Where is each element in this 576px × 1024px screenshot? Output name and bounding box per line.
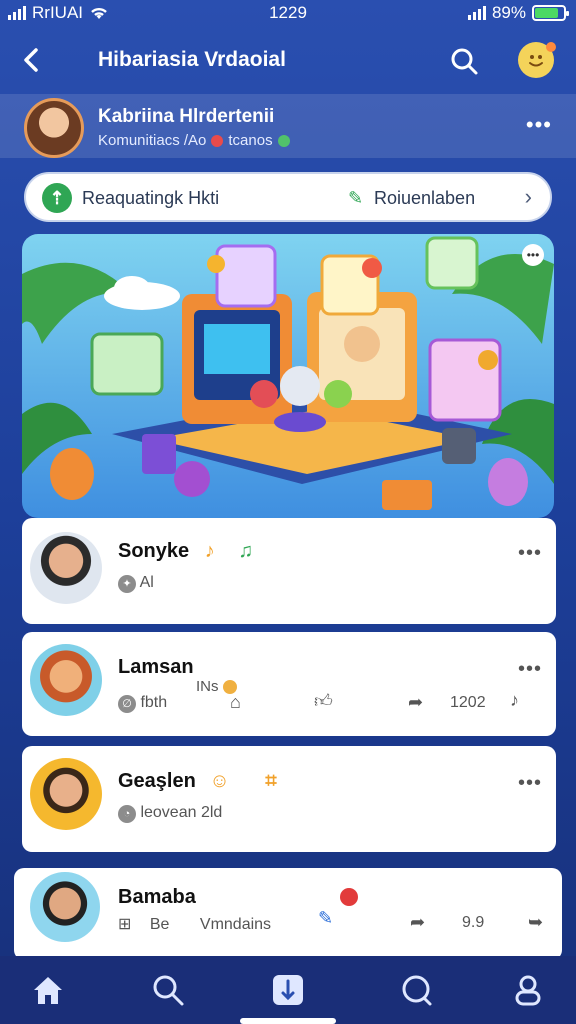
like-icon[interactable]: 👍︎ xyxy=(314,690,333,712)
upload-icon: ⇡ xyxy=(42,183,72,213)
profile-icon[interactable] xyxy=(510,972,546,1008)
post-author: Bamaba xyxy=(118,886,196,908)
post-meta-text: Al xyxy=(139,574,154,591)
action-left-label[interactable]: Reaquatingk Hkti xyxy=(82,188,219,209)
chevron-right-icon[interactable]: › xyxy=(525,184,532,210)
post-meta: ∅ fbth xyxy=(118,694,167,713)
post-count: 1202 xyxy=(450,694,486,711)
post-count: 9.9 xyxy=(462,914,485,931)
music-note-icon-2: ♫ xyxy=(238,540,254,562)
post-card[interactable]: Geaşlen ☺ ⌗ ◔ leovean 2ld ••• xyxy=(22,746,556,852)
hero-art xyxy=(22,234,554,518)
avatar[interactable] xyxy=(30,644,102,716)
grid-icon: ⊞ xyxy=(118,916,132,933)
green-status-icon xyxy=(277,134,290,147)
bottom-nav xyxy=(0,956,576,1024)
more-icon[interactable]: ••• xyxy=(518,772,542,795)
battery-icon xyxy=(532,5,569,21)
forward-icon[interactable]: ➥ xyxy=(528,912,543,933)
cellular-icon xyxy=(467,6,486,20)
back-chevron-icon[interactable] xyxy=(16,44,48,76)
app-header: Hibariasia Vrdaoial xyxy=(0,36,576,86)
hero-illustration[interactable]: ••• xyxy=(22,234,554,518)
share-icon[interactable]: ➦ xyxy=(408,692,423,713)
post-meta-text: leovean 2ld xyxy=(140,804,223,821)
music-icon[interactable]: ♪ xyxy=(510,690,519,711)
red-status-icon xyxy=(211,134,224,147)
page-title: Hibariasia Vrdaoial xyxy=(98,48,286,71)
profile-name: Kabriina Hlrdertenii xyxy=(98,106,275,127)
post-card[interactable]: Bamaba ⊞ Be Vmndains ✎ ➦ 9.9 ➥ xyxy=(14,868,562,960)
post-card[interactable]: Sonyke ♪ ♫ ✦ Al ••• xyxy=(22,518,556,624)
home-indicator xyxy=(240,1018,336,1024)
post-tag-text: INs xyxy=(196,678,219,695)
post-card[interactable]: Lamsan INs ∅ fbth ⌂ 👍︎ ➦ 1202 ♪ ••• xyxy=(22,632,556,736)
post-author-name: Geaşlen xyxy=(118,770,196,792)
action-right-label[interactable]: Roiuenlaben xyxy=(374,188,475,209)
avatar[interactable] xyxy=(24,98,84,158)
link-icon: ∅ xyxy=(118,695,136,713)
create-icon[interactable] xyxy=(270,972,306,1008)
avatar[interactable] xyxy=(30,532,102,604)
chat-icon[interactable] xyxy=(398,972,434,1008)
post-meta-text: Be xyxy=(149,916,170,933)
post-author: Geaşlen ☺ ⌗ xyxy=(118,770,277,793)
avatar[interactable] xyxy=(30,872,100,942)
battery-percent: 89% xyxy=(491,3,526,22)
home-small-icon[interactable]: ⌂ xyxy=(230,692,241,713)
music-note-icon: ♪ xyxy=(204,540,215,562)
action-bar[interactable]: ⇡ Reaquatingk Hkti ✎ Roiuenlaben › xyxy=(24,172,552,222)
search-icon[interactable] xyxy=(448,45,480,77)
post-meta: ⊞ Be Vmndains xyxy=(118,914,271,934)
post-author: Sonyke ♪ ♫ xyxy=(118,540,253,563)
post-meta-text: fbth xyxy=(140,694,168,711)
profile-subtitle: Komunitiacs /Ao tcanos xyxy=(98,132,290,149)
badge-icon: ⌗ xyxy=(265,770,277,792)
profile-subtitle-text-2: tcanos xyxy=(228,132,273,149)
hero-more-icon[interactable]: ••• xyxy=(522,244,544,266)
emoji-icon: ☺ xyxy=(209,770,230,792)
pin-icon: ✎ xyxy=(348,188,364,208)
profile-band[interactable]: Kabriina Hlrdertenii Komunitiacs /Ao tca… xyxy=(0,94,576,158)
tag-icon: ✦ xyxy=(118,575,136,593)
post-meta: ◔ leovean 2ld xyxy=(118,804,222,823)
share-icon[interactable]: ➦ xyxy=(410,912,425,933)
status-bar: RrIUAI 1229 89% xyxy=(0,0,576,28)
clock-icon: ◔ xyxy=(118,805,136,823)
smiley-avatar-icon[interactable] xyxy=(518,42,556,78)
pin-icon[interactable]: ✎ xyxy=(318,908,333,929)
avatar[interactable] xyxy=(30,758,102,830)
post-author: Lamsan xyxy=(118,656,194,678)
status-right: 89% xyxy=(467,3,569,23)
search-icon[interactable] xyxy=(150,972,186,1008)
notification-badge-icon xyxy=(340,888,358,906)
more-icon[interactable]: ••• xyxy=(526,112,552,138)
post-author-name: Sonyke xyxy=(118,540,190,562)
more-icon[interactable]: ••• xyxy=(518,658,542,681)
more-icon[interactable]: ••• xyxy=(518,542,542,565)
post-meta: ✦ Al xyxy=(118,574,154,593)
post-meta-text-2: Vmndains xyxy=(199,916,272,933)
home-icon[interactable] xyxy=(30,972,66,1008)
profile-subtitle-text: Komunitiacs /Ao xyxy=(98,132,207,149)
